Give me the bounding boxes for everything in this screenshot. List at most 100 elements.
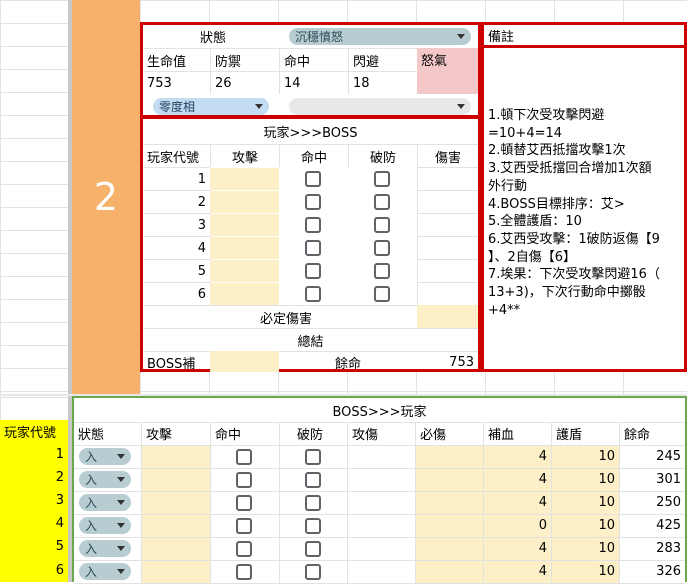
ba-break-checkbox[interactable] bbox=[305, 495, 321, 511]
ba-heal-value[interactable]: 4 bbox=[483, 491, 551, 514]
notes-header: 備註 bbox=[484, 25, 684, 48]
status-header-hit: 命中 bbox=[279, 48, 348, 71]
notes-panel: 備註 1.頓下次受攻擊閃避 =10+4=14 2.頓替艾西抵擋攻擊1次 3.艾西… bbox=[481, 22, 687, 372]
pa-break-checkbox[interactable] bbox=[374, 217, 390, 233]
note-line: =10+4=14 bbox=[488, 125, 563, 141]
summary-label: 總結 bbox=[143, 328, 478, 351]
pa-damage-column bbox=[417, 167, 478, 305]
ba-heal-value[interactable]: 4 bbox=[483, 445, 551, 468]
pa-break-checkbox[interactable] bbox=[374, 240, 390, 256]
pa-header-hit: 命中 bbox=[279, 144, 348, 167]
ba-shield-value[interactable]: 10 bbox=[551, 537, 619, 560]
pa-header-id: 玩家代號 bbox=[143, 144, 210, 167]
pa-row-id: 6 bbox=[143, 282, 210, 305]
ba-status-dropdown[interactable]: 入 bbox=[79, 540, 131, 557]
ba-break-checkbox[interactable] bbox=[305, 449, 321, 465]
chevron-down-icon bbox=[117, 477, 125, 482]
boss-attack-panel: BOSS>>>玩家 狀態 攻擊 命中 破防 攻傷 必傷 補血 護盾 餘命 入 4… bbox=[72, 396, 687, 584]
ba-break-checkbox[interactable] bbox=[305, 472, 321, 488]
status-dropdown[interactable]: 沉穩憤怒 bbox=[289, 28, 471, 45]
ba-hit-checkbox[interactable] bbox=[236, 518, 252, 534]
ba-heal-value[interactable]: 4 bbox=[483, 468, 551, 491]
ba-header-attack: 攻擊 bbox=[146, 428, 173, 443]
ba-shield-value[interactable]: 10 bbox=[551, 560, 619, 583]
ba-status-value: 入 bbox=[85, 565, 98, 579]
ba-header-attack-damage: 攻傷 bbox=[352, 428, 379, 443]
side-row-id: 4 bbox=[0, 512, 68, 535]
ba-status-dropdown[interactable]: 入 bbox=[79, 471, 131, 488]
pa-break-checkbox[interactable] bbox=[374, 194, 390, 210]
pa-hit-checkbox[interactable] bbox=[305, 171, 321, 187]
pa-attack-input[interactable] bbox=[210, 282, 279, 305]
pa-attack-input[interactable] bbox=[210, 190, 279, 213]
note-line: 5.全體護盾：10 bbox=[488, 214, 582, 230]
pa-row-id: 2 bbox=[143, 190, 210, 213]
ba-status-dropdown[interactable]: 入 bbox=[79, 448, 131, 465]
ba-header-hp: 餘命 bbox=[624, 428, 651, 443]
chevron-down-icon bbox=[117, 523, 125, 528]
status-value-rage[interactable] bbox=[417, 71, 478, 94]
notes-body[interactable]: 1.頓下次受攻擊閃避 =10+4=14 2.頓替艾西抵擋攻擊1次 3.艾西受抵擋… bbox=[488, 107, 686, 319]
boss-heal-label: BOSS補 bbox=[143, 351, 210, 372]
boss-heal-input[interactable] bbox=[210, 351, 279, 372]
pa-attack-input[interactable] bbox=[210, 236, 279, 259]
ba-break-checkbox[interactable] bbox=[305, 518, 321, 534]
ba-shield-value[interactable]: 10 bbox=[551, 445, 619, 468]
side-row-id: 6 bbox=[0, 558, 68, 582]
ba-header-heal: 補血 bbox=[488, 428, 515, 443]
chevron-down-icon bbox=[117, 546, 125, 551]
pa-attack-input[interactable] bbox=[210, 167, 279, 190]
pa-break-checkbox[interactable] bbox=[374, 286, 390, 302]
ba-status-value: 入 bbox=[85, 542, 98, 556]
status-header-hp: 生命值 bbox=[143, 48, 210, 71]
ba-status-value: 入 bbox=[85, 496, 98, 510]
ba-break-checkbox[interactable] bbox=[305, 541, 321, 557]
pa-hit-checkbox[interactable] bbox=[305, 286, 321, 302]
ba-heal-value[interactable]: 0 bbox=[483, 514, 551, 537]
player-attack-title: 玩家>>>BOSS bbox=[263, 126, 358, 141]
ba-heal-value[interactable]: 4 bbox=[483, 537, 551, 560]
ba-status-dropdown[interactable]: 入 bbox=[79, 563, 131, 580]
pa-break-checkbox[interactable] bbox=[374, 171, 390, 187]
status-value-defense[interactable]: 26 bbox=[210, 71, 279, 94]
pa-hit-checkbox[interactable] bbox=[305, 217, 321, 233]
ba-status-dropdown[interactable]: 入 bbox=[79, 517, 131, 534]
round-number-cell[interactable]: 2 bbox=[72, 0, 140, 394]
ba-shield-value[interactable]: 10 bbox=[551, 468, 619, 491]
ba-shield-value[interactable]: 10 bbox=[551, 514, 619, 537]
ba-hit-checkbox[interactable] bbox=[236, 564, 252, 580]
sheet-left-columns bbox=[0, 0, 68, 420]
remaining-value: 753 bbox=[417, 351, 478, 372]
secondary-dropdown[interactable] bbox=[289, 98, 471, 115]
status-value-dodge[interactable]: 18 bbox=[348, 71, 417, 94]
side-row-id: 1 bbox=[0, 443, 68, 466]
ba-status-value: 入 bbox=[85, 519, 98, 533]
ba-shield-value[interactable]: 10 bbox=[551, 491, 619, 514]
note-line: 1.頓下次受攻擊閃避 bbox=[488, 108, 605, 123]
ba-heal-value[interactable]: 4 bbox=[483, 560, 551, 583]
status-value-hit[interactable]: 14 bbox=[279, 71, 348, 94]
pa-attack-input[interactable] bbox=[210, 213, 279, 236]
ba-hit-checkbox[interactable] bbox=[236, 541, 252, 557]
ba-hp-value: 283 bbox=[656, 541, 681, 556]
ba-hit-checkbox[interactable] bbox=[236, 472, 252, 488]
pa-attack-input[interactable] bbox=[210, 259, 279, 282]
ba-hp-value: 245 bbox=[656, 449, 681, 464]
pa-hit-checkbox[interactable] bbox=[305, 194, 321, 210]
round-number: 2 bbox=[93, 175, 119, 219]
pa-header-attack: 攻擊 bbox=[210, 144, 279, 167]
ba-header-hit: 命中 bbox=[215, 428, 242, 443]
ba-status-value: 入 bbox=[85, 473, 98, 487]
pa-hit-checkbox[interactable] bbox=[305, 240, 321, 256]
pa-hit-checkbox[interactable] bbox=[305, 263, 321, 279]
ba-hit-checkbox[interactable] bbox=[236, 495, 252, 511]
phase-dropdown[interactable]: 零度相 bbox=[153, 98, 269, 115]
ba-status-dropdown[interactable]: 入 bbox=[79, 494, 131, 511]
pa-break-checkbox[interactable] bbox=[374, 263, 390, 279]
status-value-hp[interactable]: 753 bbox=[143, 71, 210, 94]
side-row-id: 3 bbox=[0, 489, 68, 512]
ba-hit-checkbox[interactable] bbox=[236, 449, 252, 465]
sure-damage-input[interactable] bbox=[417, 305, 478, 328]
ba-break-checkbox[interactable] bbox=[305, 564, 321, 580]
ba-status-value: 入 bbox=[85, 450, 98, 464]
